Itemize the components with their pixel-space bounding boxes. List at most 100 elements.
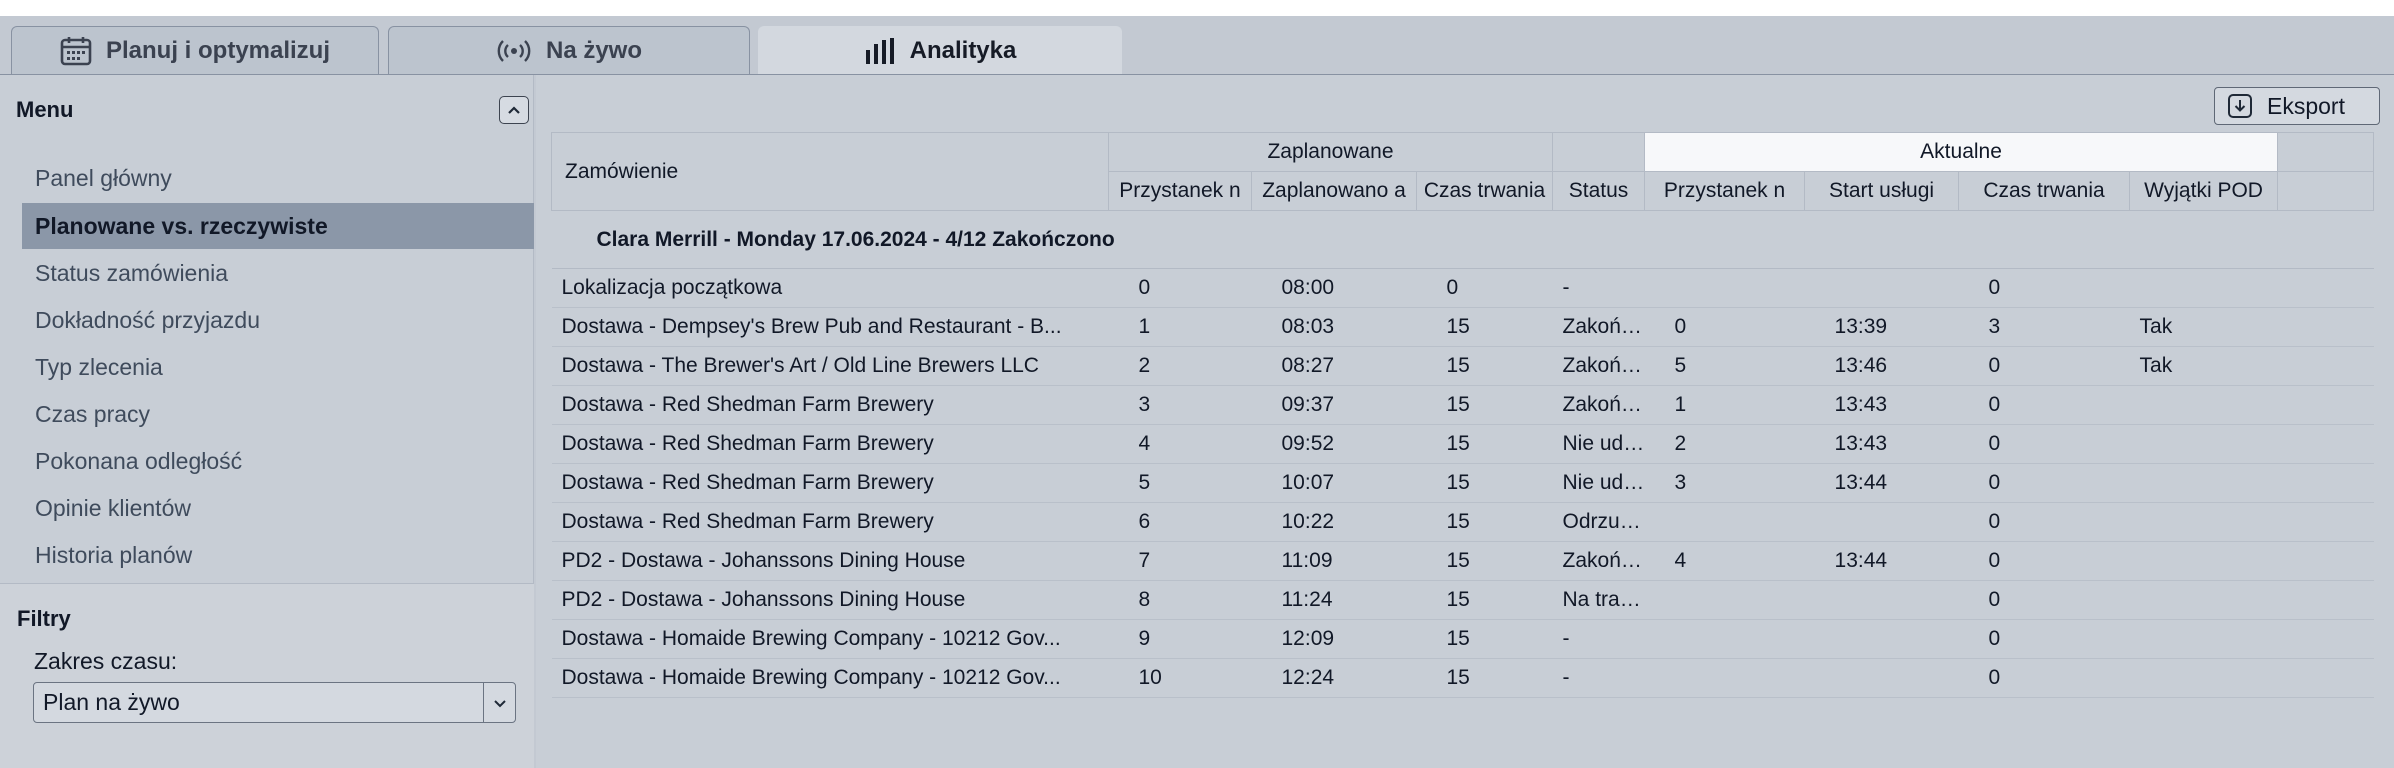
cell-planned-at: 12:24 bbox=[1251, 658, 1417, 698]
column-group-actual: Aktualne bbox=[1644, 132, 2279, 172]
cell-actual-stop: 2 bbox=[1644, 424, 1805, 464]
cell-planned-duration: 15 bbox=[1416, 424, 1553, 464]
menu-item-order-status[interactable]: Status zamówienia bbox=[22, 250, 534, 297]
column-header-actual-stop[interactable]: Przystanek n bbox=[1644, 171, 1806, 211]
calendar-icon bbox=[60, 36, 92, 66]
column-header-status[interactable]: Status bbox=[1552, 171, 1646, 211]
export-button[interactable]: Eksport bbox=[2214, 87, 2380, 125]
cell-status: - bbox=[1552, 658, 1645, 698]
cell-service-start: 13:46 bbox=[1804, 346, 1959, 386]
cell-planned-at: 10:22 bbox=[1251, 502, 1417, 542]
chevron-down-icon[interactable] bbox=[483, 683, 515, 722]
cell-actual-stop: 4 bbox=[1644, 541, 1805, 581]
tab-plan-optimize[interactable]: Planuj i optymalizuj bbox=[11, 26, 379, 74]
menu-item-distance[interactable]: Pokonana odległość bbox=[22, 438, 534, 485]
cell-planned-at: 11:24 bbox=[1251, 580, 1417, 620]
cell-actual-duration: 0 bbox=[1958, 385, 2130, 425]
cell-planned-duration: 15 bbox=[1416, 502, 1553, 542]
menu-title: Menu bbox=[16, 97, 74, 122]
cell-empty bbox=[2277, 463, 2374, 503]
cell-status: Zakończono bbox=[1552, 346, 1645, 386]
table-row[interactable]: Dostawa - Homaide Brewing Company - 1021… bbox=[551, 619, 2374, 659]
cell-pod-exceptions bbox=[2129, 424, 2278, 464]
cell-actual-duration: 0 bbox=[1958, 541, 2130, 581]
cell-empty bbox=[2277, 385, 2374, 425]
cell-planned-stop: 5 bbox=[1108, 463, 1252, 503]
cell-planned-at: 09:52 bbox=[1251, 424, 1417, 464]
column-group-planned: Zaplanowane bbox=[1107, 132, 1554, 172]
column-header-pod-exceptions[interactable]: Wyjątki POD bbox=[2129, 171, 2279, 211]
cell-pod-exceptions bbox=[2129, 619, 2278, 659]
time-range-value: Plan na żywo bbox=[43, 689, 180, 715]
column-header-planned-stop[interactable]: Przystanek n bbox=[1108, 171, 1252, 211]
cell-empty bbox=[2277, 619, 2374, 659]
cell-status: Zakończono bbox=[1552, 307, 1645, 347]
menu-item-dashboard[interactable]: Panel główny bbox=[22, 155, 534, 202]
cell-planned-duration: 15 bbox=[1416, 346, 1553, 386]
cell-order-name: Dostawa - Red Shedman Farm Brewery bbox=[551, 502, 1109, 542]
cell-service-start bbox=[1804, 268, 1959, 308]
cell-empty bbox=[2277, 346, 2374, 386]
column-header-planned-at[interactable]: Zaplanowano a bbox=[1251, 171, 1417, 211]
cell-status: Na trasie bbox=[1552, 580, 1645, 620]
cell-planned-stop: 8 bbox=[1108, 580, 1252, 620]
cell-actual-stop bbox=[1644, 658, 1805, 698]
column-group-spacer bbox=[2277, 132, 2375, 172]
cell-empty bbox=[2277, 307, 2374, 347]
menu-item-arrival-accuracy[interactable]: Dokładność przyjazdu bbox=[22, 297, 534, 344]
cell-actual-duration: 0 bbox=[1958, 619, 2130, 659]
cell-actual-duration: 0 bbox=[1958, 346, 2130, 386]
cell-empty bbox=[2277, 502, 2374, 542]
table-row[interactable]: Dostawa - Dempsey's Brew Pub and Restaur… bbox=[551, 307, 2374, 347]
cell-planned-duration: 0 bbox=[1416, 268, 1553, 308]
tab-analytics[interactable]: Analityka bbox=[758, 26, 1122, 74]
cell-status: Odrzucone bbox=[1552, 502, 1645, 542]
column-header-planned-duration[interactable]: Czas trwania bbox=[1415, 171, 1554, 211]
menu-item-customer-feedback[interactable]: Opinie klientów bbox=[22, 485, 534, 532]
cell-planned-duration: 15 bbox=[1416, 463, 1553, 503]
cell-pod-exceptions bbox=[2129, 385, 2278, 425]
cell-pod-exceptions: Tak bbox=[2129, 346, 2278, 386]
time-range-label: Zakres czasu: bbox=[34, 648, 178, 674]
cell-service-start: 13:44 bbox=[1804, 463, 1959, 503]
table-row[interactable]: Dostawa - Red Shedman Farm Brewery 4 09:52… bbox=[551, 424, 2374, 464]
table-row[interactable]: Lokalizacja początkowa 0 08:00 0-0 bbox=[551, 268, 2374, 308]
cell-empty bbox=[2277, 580, 2374, 620]
menu-item-plan-history[interactable]: Historia planów bbox=[22, 532, 534, 579]
main-panel: Eksport Zamówienie Zaplanowane Aktualne … bbox=[536, 75, 2394, 768]
table-row[interactable]: PD2 - Dostawa - Johanssons Dining House 8… bbox=[551, 580, 2374, 620]
export-label: Eksport bbox=[2267, 92, 2345, 119]
cell-planned-stop: 0 bbox=[1108, 268, 1252, 308]
group-row-driver[interactable]: Clara Merrill - Monday 17.06.2024 - 4/12… bbox=[551, 210, 2374, 269]
column-header-actual-duration[interactable]: Czas trwania bbox=[1958, 171, 2131, 211]
collapse-menu-button[interactable] bbox=[499, 96, 529, 124]
menu-item-planned-vs-actual[interactable]: Planowane vs. rzeczywiste bbox=[22, 203, 534, 249]
cell-pod-exceptions: Tak bbox=[2129, 307, 2278, 347]
table-row[interactable]: Dostawa - Red Shedman Farm Brewery 5 10:07… bbox=[551, 463, 2374, 503]
tab-label: Na żywo bbox=[545, 36, 643, 64]
column-header-order[interactable]: Zamówienie bbox=[551, 132, 1109, 211]
tab-live[interactable]: Na żywo bbox=[388, 26, 750, 74]
cell-order-name: Dostawa - The Brewer's Art / Old Line Br… bbox=[551, 346, 1109, 386]
sidebar: Menu Panel główny Planowane vs. rzeczywi… bbox=[0, 75, 534, 768]
cell-actual-duration: 3 bbox=[1958, 307, 2130, 347]
column-header-service-start[interactable]: Start usługi bbox=[1804, 171, 1960, 211]
cell-service-start: 13:43 bbox=[1804, 424, 1959, 464]
table-row[interactable]: Dostawa - Red Shedman Farm Brewery 6 10:22… bbox=[551, 502, 2374, 542]
cell-planned-at: 10:07 bbox=[1251, 463, 1417, 503]
menu-item-order-type[interactable]: Typ zlecenia bbox=[22, 344, 534, 391]
cell-order-name: Lokalizacja początkowa bbox=[551, 268, 1109, 308]
table-row[interactable]: Dostawa - The Brewer's Art / Old Line Br… bbox=[551, 346, 2374, 386]
menu-list: Panel główny Planowane vs. rzeczywiste S… bbox=[22, 155, 534, 579]
cell-actual-stop bbox=[1644, 502, 1805, 542]
cell-planned-duration: 15 bbox=[1416, 619, 1553, 659]
cell-actual-duration: 0 bbox=[1958, 424, 2130, 464]
time-range-select[interactable]: Plan na żywo bbox=[33, 682, 516, 723]
table-row[interactable]: Dostawa - Homaide Brewing Company - 1021… bbox=[551, 658, 2374, 698]
cell-service-start: 13:39 bbox=[1804, 307, 1959, 347]
table-row[interactable]: PD2 - Dostawa - Johanssons Dining House 7… bbox=[551, 541, 2374, 581]
table-row[interactable]: Dostawa - Red Shedman Farm Brewery 3 09:37… bbox=[551, 385, 2374, 425]
menu-item-work-time[interactable]: Czas pracy bbox=[22, 391, 534, 438]
cell-order-name: Dostawa - Homaide Brewing Company - 1021… bbox=[551, 619, 1109, 659]
cell-empty bbox=[2277, 541, 2374, 581]
